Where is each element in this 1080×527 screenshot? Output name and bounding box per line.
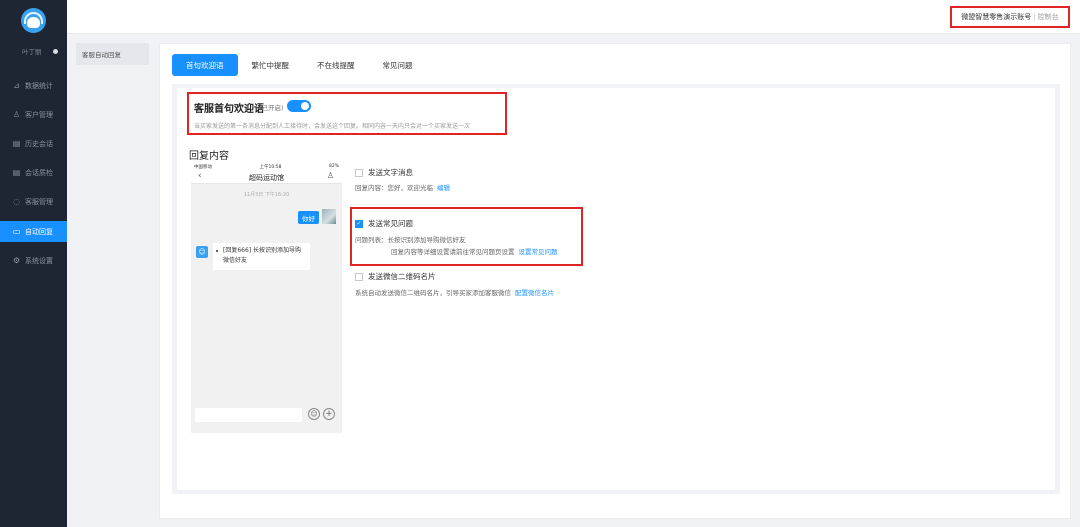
carrier: 中国移动 bbox=[194, 164, 212, 170]
console-link[interactable]: 控制台 bbox=[1038, 12, 1059, 22]
config-card-link[interactable]: 配置微信名片 bbox=[515, 289, 554, 297]
tab-welcome[interactable]: 首句欢迎语 bbox=[172, 54, 238, 76]
sidebar-item-label: 客户管理 bbox=[25, 110, 53, 119]
separator: | bbox=[1033, 13, 1036, 21]
welcome-toggle[interactable] bbox=[287, 100, 311, 112]
plus-icon: + bbox=[323, 408, 335, 420]
checkbox-send-text[interactable] bbox=[355, 168, 363, 177]
sidebar-item-4[interactable]: ◌ 客服管理 bbox=[0, 191, 67, 212]
checkbox-send-qrcode[interactable] bbox=[355, 272, 363, 281]
subnav-label: 客服自动回复 bbox=[82, 51, 121, 59]
tab-bar: 首句欢迎语 繁忙中提醒 不在线提醒 常见问题 bbox=[172, 54, 427, 76]
sidebar-item-2[interactable]: ▤ 历史会话 bbox=[0, 133, 67, 154]
welcome-title: 客服首句欢迎语 bbox=[194, 104, 264, 115]
option-qrcode-detail: 系统自动发送微信二维码名片，引导买家添加客服微信 配置微信名片 bbox=[355, 287, 554, 297]
chart-icon: ⊿ bbox=[13, 80, 20, 90]
option-text-detail: 回复内容：您好，欢迎光临 编辑 bbox=[355, 182, 450, 192]
phone-preview: 中国移动 上午10:58 82% ‹ 超码运动馆 ♙ 11月3日 下午16:20… bbox=[191, 163, 342, 433]
phone-input bbox=[195, 408, 302, 422]
sidebar-item-label: 历史会话 bbox=[25, 139, 53, 148]
headset-icon: ◌ bbox=[13, 196, 20, 206]
account-name: 微盟智慧零售演示账号 bbox=[961, 13, 1032, 21]
sidebar: 叶丁丽 ⊿ 数据统计 ♙ 客户管理 ▤ 历史会话 ▤ 会话质检 ◌ 客服管理 ▭ 自动回复 ⚙ 系统设置 bbox=[0, 0, 67, 527]
tab-faq[interactable]: 常见问题 bbox=[369, 54, 427, 76]
bot-message: [回复666] 长按识别添加导购微信好友 bbox=[213, 243, 310, 270]
avatar bbox=[322, 209, 336, 224]
sidebar-item-1[interactable]: ♙ 客户管理 bbox=[0, 104, 67, 125]
user-name: 叶丁丽 bbox=[22, 48, 42, 56]
tab-busy[interactable]: 繁忙中提醒 bbox=[238, 54, 304, 76]
bot-avatar-icon: ☺ bbox=[196, 246, 208, 258]
account-box: 微盟智慧零售演示账号 | 控制台 bbox=[950, 6, 1070, 28]
content-inner: 客服首句欢迎语 (已开启) 当买家发送的第一条消息分配到人工接待时，会发送这个回… bbox=[177, 88, 1055, 490]
faq-list: 问题列表：长按识别添加导购微信好友 bbox=[355, 236, 466, 244]
option-send-text[interactable]: 发送文字消息 bbox=[355, 167, 413, 178]
battery: 82% bbox=[328, 164, 339, 169]
option-send-faq[interactable]: ✓ 发送常见问题 bbox=[355, 218, 413, 229]
document-icon: ▤ bbox=[12, 138, 21, 148]
content-panel: 客服首句欢迎语 (已开启) 当买家发送的第一条消息分配到人工接待时，会发送这个回… bbox=[172, 84, 1060, 494]
chat-timestamp: 11月3日 下午16:20 bbox=[243, 192, 290, 198]
person-icon: ♙ bbox=[326, 171, 334, 180]
welcome-setting: 客服首句欢迎语 (已开启) 当买家发送的第一条消息分配到人工接待时，会发送这个回… bbox=[187, 92, 507, 135]
sidebar-item-label: 客服管理 bbox=[25, 197, 53, 206]
sidebar-item-label: 数据统计 bbox=[25, 81, 53, 90]
topbar: 微盟智慧零售演示账号 | 控制台 bbox=[67, 0, 1080, 34]
option-label: 发送微信二维码名片 bbox=[368, 272, 436, 281]
sidebar-item-label: 会话质检 bbox=[25, 168, 53, 177]
faq-detail: 回复内容等详细设置请前往常见问题页设置 设置常见问题 bbox=[391, 246, 558, 256]
sidebar-item-label: 系统设置 bbox=[25, 256, 53, 265]
reply-title: 回复内容 bbox=[189, 151, 229, 162]
tab-offline[interactable]: 不在线提醒 bbox=[303, 54, 369, 76]
set-faq-link[interactable]: 设置常见问题 bbox=[519, 248, 558, 256]
phone-status-bar: 中国移动 上午10:58 82% bbox=[191, 163, 342, 170]
checkbox-send-faq[interactable]: ✓ bbox=[355, 219, 363, 228]
emoji-icon: ☺ bbox=[308, 408, 320, 420]
bot-message-text: [回复666] 长按识别添加导购微信好友 bbox=[223, 247, 302, 264]
reply-content-text: 回复内容：您好，欢迎光临 bbox=[355, 184, 433, 192]
user-message: 你好 bbox=[298, 211, 319, 224]
option-send-qrcode[interactable]: 发送微信二维码名片 bbox=[355, 271, 436, 282]
main-card: 首句欢迎语 繁忙中提醒 不在线提醒 常见问题 客服首句欢迎语 (已开启) 当买家… bbox=[159, 43, 1071, 519]
logo bbox=[21, 8, 46, 33]
document-check-icon: ▤ bbox=[12, 167, 21, 177]
subnav-item-auto-reply[interactable]: 客服自动回复 bbox=[76, 43, 149, 65]
sidebar-item-label: 自动回复 bbox=[25, 227, 53, 236]
shop-name: 超码运动馆 bbox=[249, 174, 284, 182]
option-label: 发送文字消息 bbox=[368, 168, 413, 177]
online-status-dot bbox=[53, 49, 58, 54]
chat-bubble-icon: ▭ bbox=[12, 226, 21, 236]
sidebar-item-0[interactable]: ⊿ 数据统计 bbox=[0, 75, 67, 96]
sidebar-item-6[interactable]: ⚙ 系统设置 bbox=[0, 250, 67, 271]
gear-icon: ⚙ bbox=[12, 255, 21, 265]
phone-time: 上午10:58 bbox=[259, 164, 282, 170]
option-label: 发送常见问题 bbox=[368, 219, 413, 228]
faq-detail-text: 回复内容等详细设置请前往常见问题页设置 bbox=[391, 248, 515, 256]
phone-header: ‹ 超码运动馆 ♙ bbox=[191, 170, 342, 184]
sidebar-item-5[interactable]: ▭ 自动回复 bbox=[0, 221, 67, 242]
user-status[interactable]: 叶丁丽 bbox=[0, 46, 67, 58]
user-icon: ♙ bbox=[12, 109, 21, 119]
sidebar-item-3[interactable]: ▤ 会话质检 bbox=[0, 162, 67, 183]
qrcode-detail-text: 系统自动发送微信二维码名片，引导买家添加客服微信 bbox=[355, 289, 511, 297]
welcome-description: 当买家发送的第一条消息分配到人工接待时，会发送这个回复。相同内容一天内只会对一个… bbox=[194, 123, 471, 130]
edit-link[interactable]: 编辑 bbox=[437, 184, 450, 192]
welcome-status: (已开启) bbox=[259, 104, 284, 112]
